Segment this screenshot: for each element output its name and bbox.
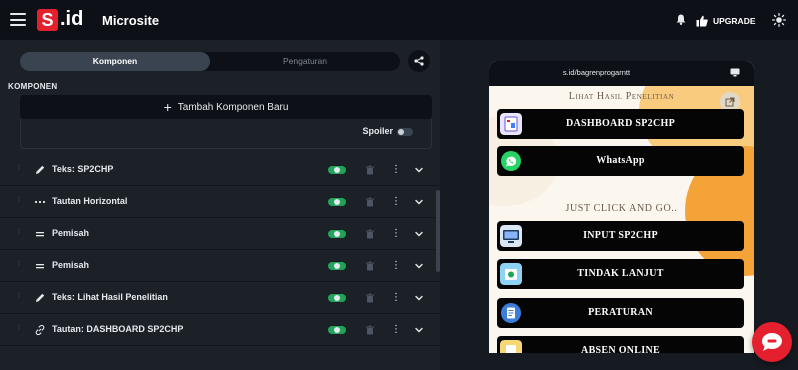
preview-link-label: ABSEN ONLINE [581, 345, 660, 353]
drag-handle-icon[interactable]: ⁞ [18, 260, 22, 271]
scrollbar[interactable] [436, 190, 440, 272]
tab-pengaturan[interactable]: Pengaturan [210, 52, 400, 71]
add-component-label: Tambah Komponen Baru [177, 101, 289, 113]
upgrade-label: UPGRADE [713, 15, 756, 26]
component-row[interactable]: ⁞ Teks: Lihat Hasil Penelitian ⋮ [0, 282, 440, 314]
link-icon [34, 324, 46, 336]
preview-link-button[interactable]: TINDAK LANJUT [497, 259, 744, 289]
drag-handle-icon[interactable]: ⁞ [18, 292, 22, 303]
sun-icon[interactable] [772, 13, 786, 27]
chevron-down-icon[interactable] [414, 293, 424, 303]
share-button[interactable] [408, 50, 430, 72]
preview-link-button[interactable]: WhatsApp [497, 146, 744, 176]
chat-icon [762, 333, 782, 351]
component-row[interactable]: ⁞ Tautan: DASHBOARD SP2CHP ⋮ [0, 314, 440, 346]
visibility-toggle[interactable] [328, 326, 346, 334]
more-options-icon[interactable]: ⋮ [391, 195, 401, 209]
preview-link-button[interactable]: DASHBOARD SP2CHP [497, 109, 744, 139]
preview-heading-1: Lihat Hasil Penelitian [568, 91, 675, 102]
component-label: Teks: Lihat Hasil Penelitian [52, 292, 168, 302]
visibility-toggle[interactable] [328, 294, 346, 302]
dots-horizontal-icon [34, 196, 46, 208]
logo-mark[interactable]: S [37, 9, 58, 31]
menu-icon[interactable] [10, 13, 26, 26]
preview-link-button[interactable]: PERATURAN [497, 298, 744, 328]
chevron-down-icon[interactable] [414, 197, 424, 207]
chevron-down-icon[interactable] [414, 229, 424, 239]
drag-handle-icon[interactable]: ⁞ [18, 324, 22, 335]
add-component-button[interactable]: + Tambah Komponen Baru [20, 95, 432, 119]
trash-icon[interactable] [365, 261, 375, 271]
preview-link-label: WhatsApp [596, 155, 645, 166]
component-label: Tautan Horizontal [52, 196, 128, 206]
preview-link-button[interactable]: INPUT SP2CHP [497, 221, 744, 251]
chevron-down-icon[interactable] [414, 261, 424, 271]
more-options-icon[interactable]: ⋮ [391, 163, 401, 177]
pencil-icon [34, 292, 46, 304]
component-row[interactable]: ⁞ Teks: SP2CHP ⋮ [0, 154, 440, 186]
component-row[interactable]: ⁞ Pemisah ⋮ [0, 250, 440, 282]
preview-link-button[interactable]: ABSEN ONLINE [497, 336, 744, 353]
trash-icon[interactable] [365, 325, 375, 335]
equals-icon [34, 228, 46, 240]
preview-link-label: PERATURAN [588, 307, 653, 318]
bell-icon[interactable] [676, 14, 686, 25]
chevron-down-icon[interactable] [414, 165, 424, 175]
component-label: Pemisah [52, 228, 90, 238]
upgrade-button[interactable]: UPGRADE [696, 11, 764, 30]
trash-icon[interactable] [365, 293, 375, 303]
logo-suffix[interactable]: .id [60, 7, 83, 31]
trash-icon[interactable] [365, 197, 375, 207]
component-row[interactable]: ⁞ Tautan Horizontal ⋮ [0, 186, 440, 218]
app-title: Microsite [102, 13, 160, 28]
chevron-down-icon[interactable] [414, 325, 424, 335]
component-label: Pemisah [52, 260, 90, 270]
more-options-icon[interactable]: ⋮ [391, 227, 401, 241]
preview-heading-2: JUST CLICK AND GO.. [565, 203, 678, 214]
more-options-icon[interactable]: ⋮ [391, 259, 401, 273]
chat-button[interactable] [752, 322, 792, 362]
tab-bar: Komponen Pengaturan [20, 52, 400, 71]
more-options-icon[interactable]: ⋮ [391, 291, 401, 305]
microsite-preview: s.id/bagrenprogarntt Lihat Hasil Penelit… [489, 61, 754, 353]
visibility-toggle[interactable] [328, 166, 346, 174]
spoiler-label: Spoiler [362, 126, 393, 136]
preview-link-label: DASHBOARD SP2CHP [566, 118, 675, 129]
preview-link-label: TINDAK LANJUT [577, 268, 664, 279]
preview-link-label: INPUT SP2CHP [583, 230, 658, 241]
visibility-toggle[interactable] [328, 262, 346, 270]
visibility-toggle[interactable] [328, 230, 346, 238]
drag-handle-icon[interactable]: ⁞ [18, 228, 22, 239]
pencil-icon [34, 164, 46, 176]
preview-body: Lihat Hasil Penelitian JUST CLICK AND GO… [489, 86, 754, 353]
component-label: Tautan: DASHBOARD SP2CHP [52, 324, 184, 334]
more-options-icon[interactable]: ⋮ [391, 323, 401, 337]
visibility-toggle[interactable] [328, 198, 346, 206]
component-row[interactable]: ⁞ Pemisah ⋮ [0, 218, 440, 250]
share-icon [414, 56, 424, 66]
plus-icon: + [163, 99, 172, 115]
spoiler-toggle[interactable] [397, 128, 413, 136]
equals-icon [34, 260, 46, 272]
section-title: KOMPONEN [8, 82, 58, 91]
trash-icon[interactable] [365, 229, 375, 239]
top-bar: S .id Microsite UPGRADE [0, 0, 798, 40]
preview-url[interactable]: s.id/bagrenprogarntt [489, 68, 704, 77]
tab-komponen[interactable]: Komponen [20, 52, 210, 71]
monitor-icon[interactable] [730, 68, 740, 77]
component-panel: Komponen Pengaturan KOMPONEN + Tambah Ko… [0, 40, 440, 370]
trash-icon[interactable] [365, 165, 375, 175]
thumbs-up-icon [696, 15, 708, 26]
preview-header: s.id/bagrenprogarntt [489, 61, 754, 86]
drag-handle-icon[interactable]: ⁞ [18, 196, 22, 207]
drag-handle-icon[interactable]: ⁞ [18, 164, 22, 175]
component-label: Teks: SP2CHP [52, 164, 114, 174]
component-list: ⁞ Teks: SP2CHP ⋮ ⁞ Tautan Horizontal ⋮ ⁞ Pemisa… [0, 154, 440, 346]
spoiler-settings: Spoiler [20, 119, 432, 149]
